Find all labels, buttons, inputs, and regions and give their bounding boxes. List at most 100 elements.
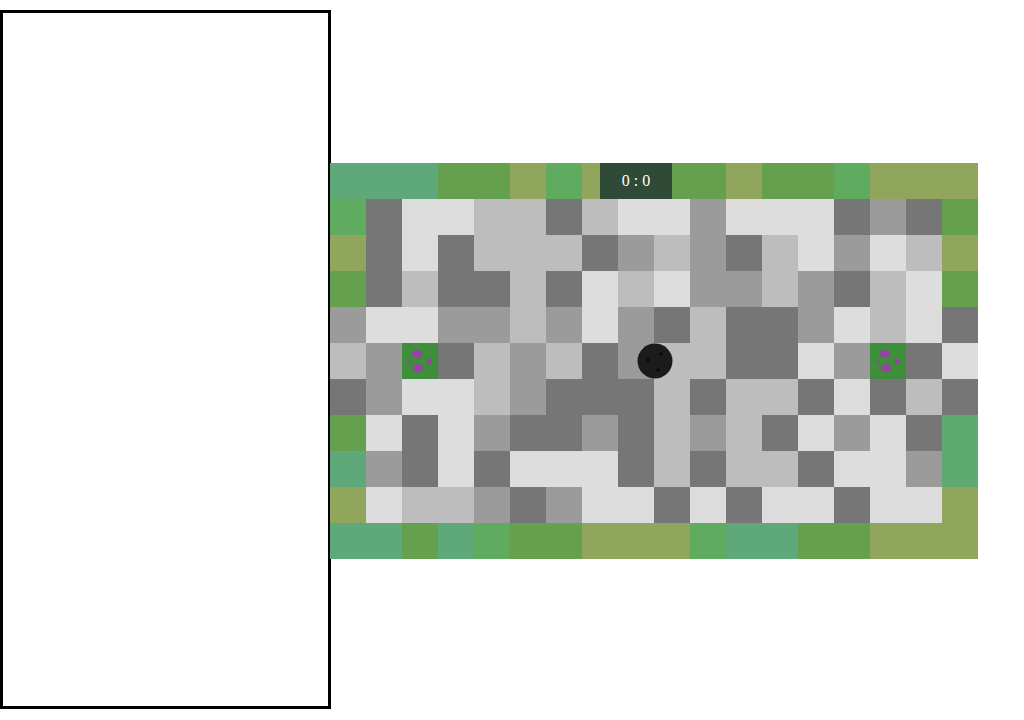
board-tile	[330, 235, 366, 271]
board-tile	[654, 307, 690, 343]
board-tile	[582, 235, 618, 271]
board-tile	[330, 271, 366, 307]
board-tile	[438, 343, 474, 379]
board-tile	[438, 235, 474, 271]
board-tile	[726, 451, 762, 487]
board-tile	[654, 487, 690, 523]
board-tile	[726, 163, 762, 199]
board-tile	[510, 271, 546, 307]
board-tile	[474, 271, 510, 307]
ball-icon[interactable]	[637, 343, 673, 379]
board-tile	[474, 163, 510, 199]
goal-flowers-icon	[402, 343, 438, 379]
board-tile	[546, 235, 582, 271]
board-tile	[726, 307, 762, 343]
board-tile	[366, 343, 402, 379]
board-tile	[942, 271, 978, 307]
board-tile	[798, 271, 834, 307]
board-tile	[690, 307, 726, 343]
board-tile	[762, 235, 798, 271]
board-tile	[942, 307, 978, 343]
board-tile	[942, 199, 978, 235]
page: 0 : 0	[0, 0, 1024, 720]
board-tile	[438, 523, 474, 559]
board-tile	[510, 415, 546, 451]
board-tile	[366, 451, 402, 487]
board-tile	[474, 379, 510, 415]
board-tile	[474, 487, 510, 523]
board-tile	[582, 415, 618, 451]
board-tile	[942, 379, 978, 415]
board-tile	[546, 343, 582, 379]
board-tile	[726, 487, 762, 523]
board-tile	[402, 379, 438, 415]
board-tile	[366, 487, 402, 523]
board-tile	[690, 415, 726, 451]
board-tile	[330, 199, 366, 235]
board-tile	[582, 487, 618, 523]
board-tile	[582, 343, 618, 379]
board-tile	[762, 487, 798, 523]
board-tile	[474, 199, 510, 235]
board-tile	[726, 235, 762, 271]
board-tile	[618, 451, 654, 487]
board-tile	[870, 523, 906, 559]
board-tile	[834, 199, 870, 235]
board-tile	[510, 487, 546, 523]
board-tile	[402, 451, 438, 487]
board-tile	[906, 343, 942, 379]
board-tile	[618, 235, 654, 271]
board-tile	[474, 523, 510, 559]
board-tile	[366, 199, 402, 235]
board-tile	[402, 487, 438, 523]
board-tile	[510, 343, 546, 379]
board-tile	[402, 271, 438, 307]
board-tile	[330, 523, 366, 559]
board-tile	[330, 415, 366, 451]
board-tile	[438, 415, 474, 451]
board-tile	[834, 523, 870, 559]
board-tile	[366, 235, 402, 271]
board-tile	[906, 487, 942, 523]
board-tile	[798, 451, 834, 487]
board-tile	[726, 199, 762, 235]
board-tile	[834, 271, 870, 307]
board-tile	[690, 163, 726, 199]
board-tile	[762, 163, 798, 199]
board-tile	[690, 343, 726, 379]
board-tile	[726, 523, 762, 559]
score-badge: 0 : 0	[600, 163, 672, 199]
board-tile	[330, 343, 366, 379]
board-tile	[690, 379, 726, 415]
board-tile	[798, 415, 834, 451]
board-tile	[762, 199, 798, 235]
board-tile	[546, 379, 582, 415]
board-tile	[870, 307, 906, 343]
board-tile	[366, 271, 402, 307]
board-tile	[546, 487, 582, 523]
board-tile	[654, 199, 690, 235]
board-tile	[906, 415, 942, 451]
board-tile	[906, 451, 942, 487]
board-tile	[834, 415, 870, 451]
board-tile	[402, 235, 438, 271]
board-tile	[330, 163, 366, 199]
board-tile	[654, 451, 690, 487]
board-tile	[762, 379, 798, 415]
board-tile	[582, 307, 618, 343]
board-tile	[546, 451, 582, 487]
board-tile	[618, 487, 654, 523]
board-tile	[438, 199, 474, 235]
board-tile	[402, 199, 438, 235]
board-tile	[366, 415, 402, 451]
board-tile	[438, 379, 474, 415]
board-tile	[834, 343, 870, 379]
board-tile	[366, 163, 402, 199]
board-tile	[762, 451, 798, 487]
empty-side-panel	[0, 10, 331, 709]
board-tile	[906, 199, 942, 235]
board-tile	[942, 163, 978, 199]
board-tile	[726, 415, 762, 451]
board-tile	[618, 523, 654, 559]
goal-tile	[402, 343, 438, 379]
